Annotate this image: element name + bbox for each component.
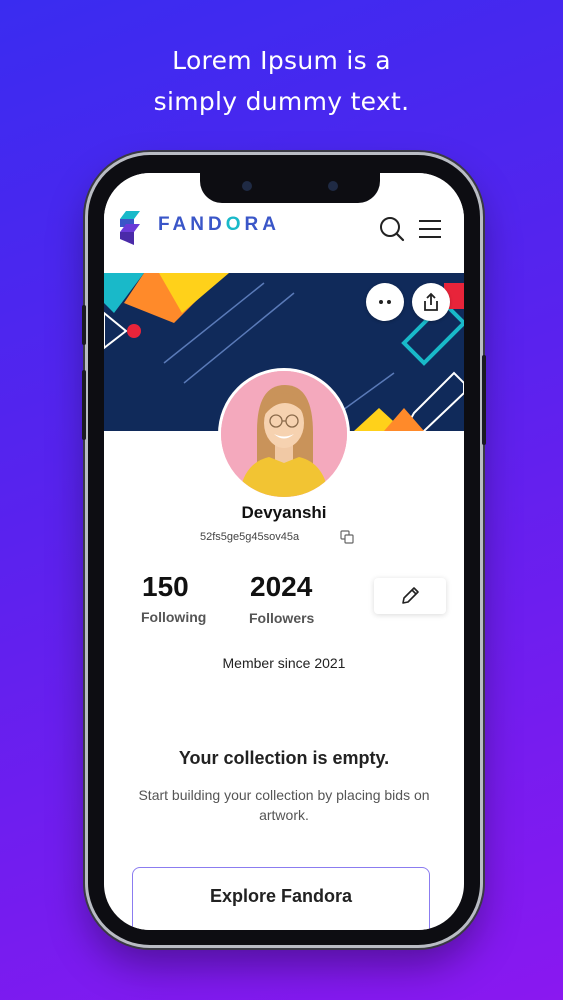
phone-power-button	[482, 355, 486, 445]
logo-text-prefix: FAND	[158, 214, 226, 235]
avatar[interactable]	[218, 368, 350, 500]
explore-fandora-button[interactable]: Explore Fandora	[132, 867, 430, 930]
headline-line-2: simply dummy text.	[153, 87, 410, 116]
empty-collection-description: Start building your collection by placin…	[138, 787, 430, 823]
phone-screen: FANDORA Devyanshi 52fs5ge5g45sov45a 150 …	[104, 173, 464, 930]
phone-mute-button	[82, 305, 86, 345]
share-icon	[424, 292, 438, 311]
avatar-photo	[221, 371, 347, 497]
phone-volume-button	[82, 370, 86, 440]
empty-collection-title: Your collection is empty.	[178, 748, 390, 768]
following-count[interactable]: 150	[142, 571, 189, 603]
more-options-icon	[379, 300, 391, 304]
promo-headline: Lorem Ipsum is a simply dummy text.	[0, 40, 563, 122]
app-logo-text[interactable]: FANDORA	[158, 214, 280, 236]
logo-text-accent: O	[225, 214, 245, 235]
search-icon[interactable]	[378, 215, 406, 243]
phone-frame: FANDORA Devyanshi 52fs5ge5g45sov45a 150 …	[82, 155, 486, 945]
wallet-address: 52fs5ge5g45sov45a	[200, 531, 300, 543]
following-label[interactable]: Following	[141, 609, 206, 625]
hamburger-menu-icon[interactable]	[416, 215, 444, 243]
copy-icon[interactable]	[340, 530, 354, 544]
edit-profile-button[interactable]	[374, 578, 446, 614]
followers-label[interactable]: Followers	[249, 610, 314, 626]
profile-name: Devyanshi	[241, 503, 327, 522]
more-options-button[interactable]	[366, 283, 404, 321]
fandora-logo-icon	[120, 211, 140, 245]
pencil-icon	[402, 587, 419, 604]
headline-line-1: Lorem Ipsum is a	[172, 46, 391, 75]
share-button[interactable]	[412, 283, 450, 321]
phone-notch	[200, 173, 380, 203]
sensor-icon	[328, 181, 338, 191]
explore-button-label: Explore Fandora	[209, 886, 353, 906]
member-since: Member since 2021	[222, 655, 346, 671]
camera-icon	[242, 181, 252, 191]
followers-count[interactable]: 2024	[250, 571, 312, 603]
logo-text-suffix: RA	[244, 214, 280, 235]
